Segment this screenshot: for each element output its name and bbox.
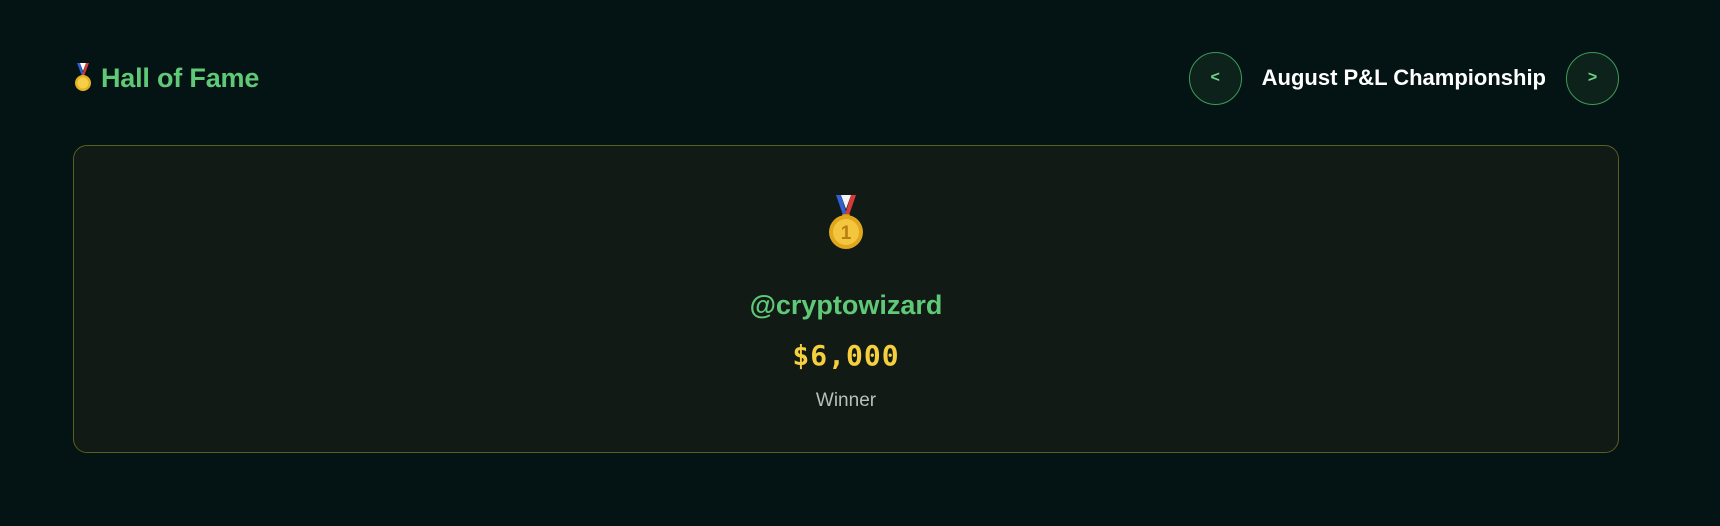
first-place-medal-icon: 1 [829,195,863,249]
competition-name: August P&L Championship [1261,65,1546,90]
hall-of-fame-header: Hall of Fame < August P&L Championship > [73,51,1619,105]
winner-username[interactable]: @cryptowizard [750,290,943,321]
winner-label: Winner [815,390,877,411]
competition-navigator: < August P&L Championship > [1188,51,1619,105]
sports-medal-icon [75,63,91,91]
next-competition-button[interactable]: > [1566,51,1619,105]
medal-rank-number: 1 [841,223,852,244]
winner-card: 1 @cryptowizard $6,000 Winner [73,145,1619,453]
previous-competition-button[interactable]: < [1188,51,1242,105]
title-text: Hall of Fame [101,62,260,93]
page-title: Hall of Fame [73,62,259,94]
prize-amount: $6,000 [792,339,900,372]
